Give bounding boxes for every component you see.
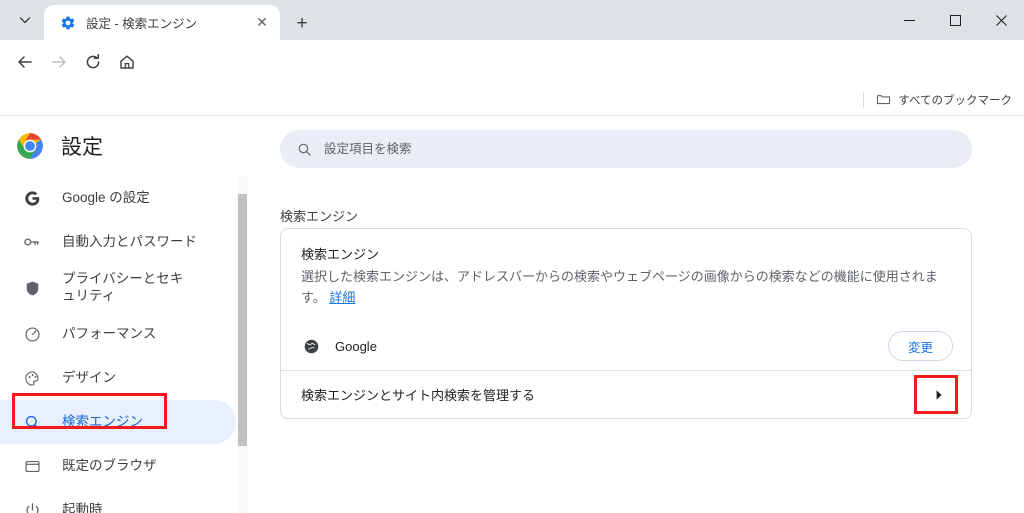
search-icon <box>22 414 42 431</box>
browser-toolbar: Chrome chrome://settings/search <box>0 40 1024 119</box>
reload-icon <box>86 53 100 69</box>
sidebar-scrollbar-thumb[interactable] <box>238 194 247 446</box>
card-description-block: 検索エンジン 選択した検索エンジンは、アドレスバーからの検索やウェブページの画像… <box>281 229 971 322</box>
sidebar-item-label: パフォーマンス <box>62 325 157 341</box>
folder-icon <box>877 95 891 105</box>
card-title: 検索エンジン <box>301 247 380 262</box>
sidebar-item-default-browser[interactable]: 既定のブラウザ <box>0 444 236 488</box>
arrow-left-icon <box>18 56 32 68</box>
page-title: 設定 <box>61 136 103 159</box>
speedometer-icon <box>22 326 42 343</box>
manage-search-engines-label: 検索エンジンとサイト内検索を管理する <box>301 388 536 404</box>
palette-icon <box>22 370 42 387</box>
arrow-right-triangle-icon <box>936 390 942 400</box>
sidebar-item-label: Google の設定 <box>62 189 150 205</box>
close-icon <box>995 14 1007 26</box>
manage-search-engines-row[interactable]: 検索エンジンとサイト内検索を管理する <box>281 370 971 418</box>
section-title: 検索エンジン <box>280 209 359 224</box>
sidebar-item-label: 起動時 <box>62 501 103 513</box>
sidebar-item-google[interactable]: Google の設定 <box>0 176 236 220</box>
google-g-icon <box>22 190 42 207</box>
settings-header: 設定 <box>0 116 250 176</box>
new-tab-button[interactable]: + <box>288 9 316 37</box>
chevron-down-icon <box>19 17 31 24</box>
settings-content: 検索エンジン 検索エンジン 選択した検索エンジンは、アドレスバーからの検索やウェ… <box>250 116 1024 513</box>
globe-icon <box>301 338 321 355</box>
tab-search-button[interactable] <box>10 5 40 35</box>
settings-page: 設定 Google の設定 自動入力とパスワード プライバシーとセキュリティ パ… <box>0 116 1024 513</box>
sidebar-item-performance[interactable]: パフォーマンス <box>0 312 236 356</box>
tab-strip: 設定 - 検索エンジン ✕ + <box>0 0 1024 40</box>
gear-icon <box>61 16 75 29</box>
sidebar-item-appearance[interactable]: デザイン <box>0 356 236 400</box>
minimize-button[interactable] <box>886 0 932 40</box>
browser-window: 設定 - 検索エンジン ✕ + すべてのブックマーク 設定 Google の設定… <box>0 0 1024 513</box>
maximize-button[interactable] <box>932 0 978 40</box>
arrow-right-icon <box>52 56 66 68</box>
card-description: 選択した検索エンジンは、アドレスバーからの検索やウェブページの画像からの検索など… <box>301 266 951 308</box>
back-button[interactable] <box>8 45 42 79</box>
sidebar-item-label: プライバシーとセキュリティ <box>62 271 184 303</box>
reload-button[interactable] <box>76 45 110 79</box>
chrome-logo-icon <box>17 133 43 159</box>
sidebar-item-label: 既定のブラウザ <box>62 457 157 473</box>
settings-sidebar: Google の設定 自動入力とパスワード プライバシーとセキュリティ パフォー… <box>0 176 483 513</box>
tab-title: 設定 - 検索エンジン <box>86 17 198 31</box>
sidebar-item-autofill[interactable]: 自動入力とパスワード <box>0 220 236 264</box>
home-button[interactable] <box>110 45 144 79</box>
search-engine-card: 検索エンジン 選択した検索エンジンは、アドレスバーからの検索やウェブページの画像… <box>280 228 972 420</box>
minimize-icon <box>903 19 915 21</box>
sidebar-item-search-engine[interactable]: 検索エンジン <box>0 400 236 444</box>
maximize-icon <box>949 14 961 26</box>
manage-search-engines-arrow[interactable] <box>925 389 953 401</box>
search-icon <box>294 142 314 157</box>
sidebar-item-label: 自動入力とパスワード <box>62 233 197 249</box>
forward-button[interactable] <box>42 45 76 79</box>
current-engine-row: Google 変更 <box>281 322 971 370</box>
home-icon <box>120 55 134 69</box>
sidebar-item-privacy[interactable]: プライバシーとセキュリティ <box>0 264 236 312</box>
close-button[interactable] <box>978 0 1024 40</box>
all-bookmarks-button[interactable]: すべてのブックマーク <box>876 92 1012 108</box>
sidebar-item-on-startup[interactable]: 起動時 <box>0 488 236 513</box>
shield-icon <box>22 280 42 297</box>
sidebar-item-label: 検索エンジン <box>62 413 143 429</box>
learn-more-link[interactable]: 詳細 <box>329 290 355 305</box>
tab-settings[interactable]: 設定 - 検索エンジン ✕ <box>44 5 280 40</box>
tab-close-button[interactable]: ✕ <box>252 13 272 33</box>
window-controls <box>886 0 1024 40</box>
settings-search-box[interactable] <box>280 130 972 168</box>
card-description-text: 選択した検索エンジンは、アドレスバーからの検索やウェブページの画像からの検索など… <box>301 269 938 306</box>
browser-window-icon <box>22 458 42 475</box>
search-input[interactable] <box>324 142 972 156</box>
key-icon <box>22 233 42 251</box>
all-bookmarks-label: すべてのブックマーク <box>898 94 1012 107</box>
settings-nav-list: Google の設定 自動入力とパスワード プライバシーとセキュリティ パフォー… <box>0 176 236 513</box>
change-engine-button[interactable]: 変更 <box>887 331 953 362</box>
bookmarks-divider <box>863 91 865 108</box>
current-engine-name: Google <box>335 338 377 354</box>
power-icon <box>22 502 42 513</box>
bookmarks-bar: すべてのブックマーク <box>0 84 1024 116</box>
sidebar-item-label: デザイン <box>62 369 116 385</box>
